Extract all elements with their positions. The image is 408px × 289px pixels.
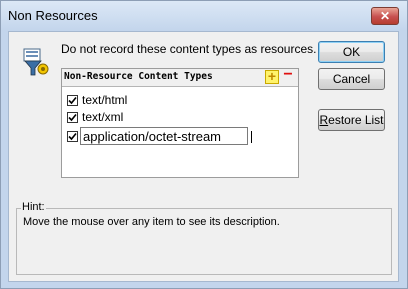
item-checkbox[interactable]	[67, 112, 78, 123]
close-button[interactable]: ✕	[371, 7, 399, 25]
item-checkbox[interactable]	[67, 131, 78, 142]
content-types-list[interactable]: Non-Resource Content Types + − text/html	[61, 66, 299, 178]
list-item-label: text/xml	[82, 110, 124, 124]
item-checkbox[interactable]	[67, 95, 78, 106]
plus-icon: +	[267, 68, 277, 84]
dialog-window: Non Resources ✕ Do not record these cont…	[0, 0, 408, 289]
minus-icon: −	[283, 66, 293, 83]
ok-button[interactable]: OK	[318, 41, 385, 63]
title-bar[interactable]: Non Resources ✕	[1, 1, 407, 31]
window-title: Non Resources	[8, 8, 98, 23]
text-caret	[251, 131, 252, 143]
restore-mnemonic: R	[319, 113, 329, 127]
remove-item-button[interactable]: −	[281, 66, 295, 84]
dialog-body: Do not record these content types as res…	[8, 31, 399, 282]
cancel-button[interactable]: Cancel	[318, 68, 385, 90]
filter-icon	[22, 47, 52, 77]
restore-label: estore List	[328, 113, 384, 127]
hint-group: Hint: Move the mouse over any item to se…	[16, 201, 392, 275]
hint-label: Hint:	[21, 201, 46, 213]
list-header-label: Non-Resource Content Types	[64, 71, 213, 82]
list-header: Non-Resource Content Types + −	[62, 66, 298, 87]
add-item-button[interactable]: +	[265, 68, 279, 84]
list-item-label: text/html	[82, 93, 128, 107]
hint-text: Move the mouse over any item to see its …	[23, 216, 280, 228]
instruction-text: Do not record these content types as res…	[61, 42, 317, 56]
item-edit-field[interactable]: application/octet-stream	[80, 127, 252, 145]
restore-list-button[interactable]: Restore List	[318, 109, 385, 131]
list-item-label: application/octet-stream	[83, 129, 222, 144]
close-icon: ✕	[379, 9, 391, 23]
